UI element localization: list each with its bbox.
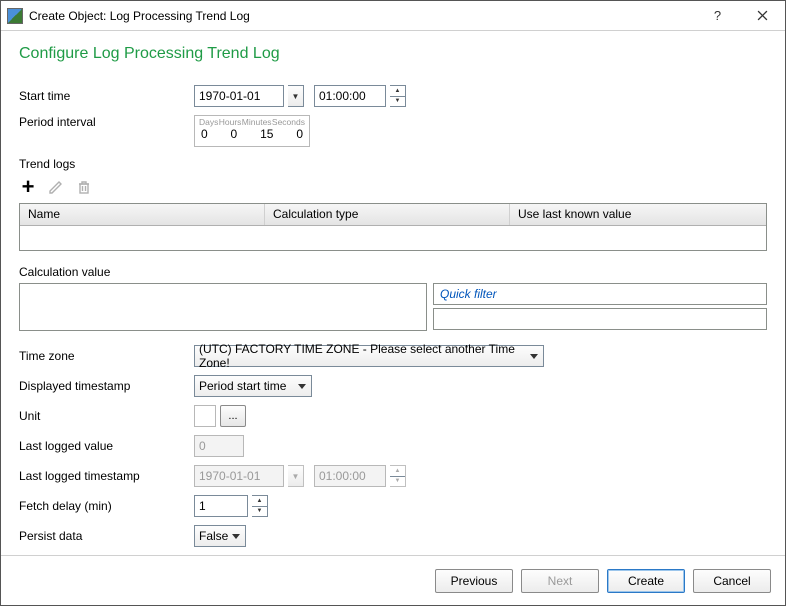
cancel-button[interactable]: Cancel	[693, 569, 771, 593]
grid-body[interactable]	[20, 226, 766, 250]
window-title: Create Object: Log Processing Trend Log	[29, 9, 250, 23]
column-name[interactable]: Name	[20, 204, 265, 225]
fetch-delay-input[interactable]: 1	[194, 495, 248, 517]
column-use-last-known[interactable]: Use last known value	[510, 204, 766, 225]
unit-display	[194, 405, 216, 427]
unit-browse-button[interactable]: ...	[220, 405, 246, 427]
chevron-down-icon	[530, 354, 538, 359]
dialog-window: Create Object: Log Processing Trend Log …	[0, 0, 786, 606]
column-calculation-type[interactable]: Calculation type	[265, 204, 510, 225]
previous-button[interactable]: Previous	[435, 569, 513, 593]
filter-result-box[interactable]	[433, 308, 767, 330]
delete-button[interactable]	[75, 178, 93, 196]
last-logged-value: 0	[194, 435, 244, 457]
time-zone-select[interactable]: (UTC) FACTORY TIME ZONE - Please select …	[194, 345, 544, 367]
start-date-picker-button[interactable]: ▼	[288, 85, 304, 107]
last-logged-value-label: Last logged value	[19, 439, 194, 453]
footer: Previous Next Create Cancel	[1, 555, 785, 605]
add-button[interactable]: +	[19, 178, 37, 196]
content-area: Configure Log Processing Trend Log Start…	[1, 31, 785, 555]
trend-logs-grid[interactable]: Name Calculation type Use last known val…	[19, 203, 767, 251]
last-ts-date: 1970-01-01	[194, 465, 284, 487]
fetch-delay-spinner[interactable]: ▲▼	[252, 495, 268, 517]
displayed-timestamp-label: Displayed timestamp	[19, 379, 194, 393]
trash-icon	[76, 179, 92, 195]
trend-logs-label: Trend logs	[19, 157, 767, 171]
displayed-timestamp-select[interactable]: Period start time	[194, 375, 312, 397]
trend-logs-toolbar: +	[19, 175, 767, 199]
grid-header: Name Calculation type Use last known val…	[20, 204, 766, 226]
last-ts-spinner: ▲▼	[390, 465, 406, 487]
last-ts-date-picker: ▼	[288, 465, 304, 487]
calculation-value-box[interactable]	[19, 283, 427, 331]
fetch-delay-label: Fetch delay (min)	[19, 499, 194, 513]
period-interval-label: Period interval	[19, 115, 194, 129]
start-date-input[interactable]: 1970-01-01	[194, 85, 284, 107]
start-time-input[interactable]: 01:00:00	[314, 85, 386, 107]
start-time-label: Start time	[19, 89, 194, 103]
unit-label: Unit	[19, 409, 194, 423]
app-icon	[7, 8, 23, 24]
titlebar: Create Object: Log Processing Trend Log …	[1, 1, 785, 31]
period-interval-input[interactable]: Days Hours Minutes Seconds 0 0 15 0	[194, 115, 310, 147]
time-zone-label: Time zone	[19, 349, 194, 363]
close-button[interactable]	[740, 1, 785, 30]
chevron-down-icon	[232, 534, 240, 539]
create-button[interactable]: Create	[607, 569, 685, 593]
start-time-spinner[interactable]: ▲▼	[390, 85, 406, 107]
pencil-icon	[48, 179, 64, 195]
edit-button[interactable]	[47, 178, 65, 196]
calculation-value-label: Calculation value	[19, 265, 767, 279]
persist-data-label: Persist data	[19, 529, 194, 543]
page-title: Configure Log Processing Trend Log	[19, 45, 767, 63]
persist-data-select[interactable]: False	[194, 525, 246, 547]
last-ts-time: 01:00:00	[314, 465, 386, 487]
next-button: Next	[521, 569, 599, 593]
plus-icon: +	[22, 178, 35, 196]
help-button[interactable]: ?	[695, 1, 740, 30]
chevron-down-icon	[298, 384, 306, 389]
last-logged-timestamp-label: Last logged timestamp	[19, 469, 194, 483]
quick-filter-input[interactable]: Quick filter	[433, 283, 767, 305]
